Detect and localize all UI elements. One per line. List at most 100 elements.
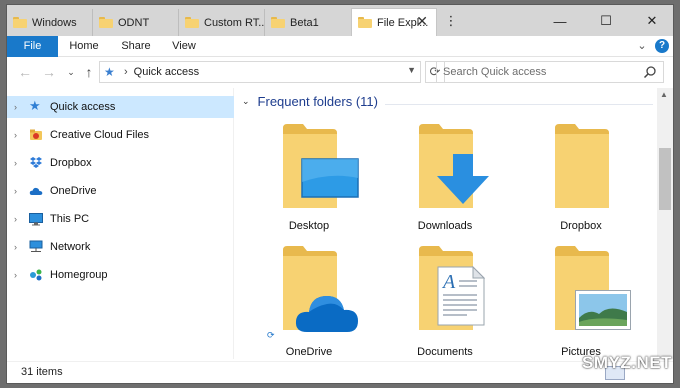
address-dropdown-icon[interactable]: ▼ <box>407 65 416 75</box>
forward-arrow-icon[interactable]: → <box>39 61 59 83</box>
ribbon-expand-icon[interactable]: ⌄ <box>635 36 649 57</box>
nav-item-label: Quick access <box>50 101 116 113</box>
folder-icon <box>271 17 285 28</box>
expand-chevron-icon[interactable]: › <box>14 102 24 112</box>
folder-icon <box>555 124 609 208</box>
nav-item-label: This PC <box>50 213 90 225</box>
ribbon-tab-view[interactable]: View <box>167 36 201 57</box>
folder-icon <box>13 17 27 28</box>
nav-item-quick-access[interactable]: › ★ Quick access <box>7 96 234 118</box>
frequent-folders-header[interactable]: ⌄ Frequent folders (11) <box>242 94 378 109</box>
svg-text:A: A <box>441 271 456 293</box>
nav-item-this-pc[interactable]: › This PC <box>7 208 234 230</box>
title-bar: Windows ODNT Custom RT... Beta1 File Exp… <box>7 5 673 36</box>
scrollbar-thumb[interactable] <box>659 148 671 210</box>
ribbon-tab-share[interactable]: Share <box>115 36 157 57</box>
tab-title: Beta1 <box>290 16 319 29</box>
download-arrow-icon <box>437 154 489 204</box>
folder-icon <box>99 17 113 28</box>
ribbon-tab-file[interactable]: File <box>7 36 58 57</box>
folder-tile-onedrive[interactable]: ⟳ OneDrive <box>247 238 371 358</box>
folder-tile-desktop[interactable]: Desktop <box>247 116 371 236</box>
quick-access-star-icon: ★ <box>104 65 115 79</box>
nav-item-onedrive[interactable]: › OneDrive <box>7 180 234 202</box>
nav-item-label: Homegroup <box>50 269 108 281</box>
tab-menu-icon[interactable]: ⋮ <box>439 9 463 33</box>
vertical-scrollbar[interactable]: ▲ <box>657 88 673 359</box>
tab-title: Windows <box>32 16 77 29</box>
watermark: SMYZ.NET <box>582 353 672 372</box>
network-icon <box>29 240 43 254</box>
expand-chevron-icon[interactable]: › <box>14 186 24 196</box>
expand-chevron-icon[interactable]: › <box>14 158 24 168</box>
tab-odnt[interactable]: ODNT <box>93 9 179 36</box>
group-title: Frequent folders (11) <box>257 94 378 109</box>
nav-item-network[interactable]: › Network <box>7 236 234 258</box>
collapse-chevron-icon[interactable]: ⌄ <box>242 96 250 107</box>
folder-tile-documents[interactable]: A Documents <box>383 238 507 358</box>
nav-item-creative-cloud[interactable]: › Creative Cloud Files <box>7 124 234 146</box>
expand-chevron-icon[interactable]: › <box>14 130 24 140</box>
navigation-pane: › ★ Quick access › Creative Cloud Files … <box>7 88 234 359</box>
status-bar: 31 items <box>7 361 673 383</box>
address-bar[interactable]: ★ › Quick access ▼ <box>99 61 421 83</box>
folder-tile-downloads[interactable]: Downloads <box>383 116 507 236</box>
folder-icon <box>358 17 372 28</box>
folder-label: Downloads <box>417 220 473 232</box>
tab-close-icon[interactable]: ✕ <box>416 13 428 30</box>
star-icon: ★ <box>29 98 41 113</box>
minimize-button[interactable]: — <box>537 9 583 33</box>
search-icon[interactable] <box>643 65 657 79</box>
tab-windows[interactable]: Windows <box>7 9 93 36</box>
onedrive-cloud-icon <box>295 296 358 332</box>
expand-chevron-icon[interactable]: › <box>14 242 24 252</box>
scroll-up-icon[interactable]: ▲ <box>660 90 668 99</box>
creative-cloud-icon <box>29 128 43 142</box>
computer-icon <box>29 212 43 226</box>
folder-tile-pictures[interactable]: Pictures <box>519 238 643 358</box>
ribbon-tabs: File Home Share View ⌄ ? <box>7 36 673 57</box>
file-explorer-window: Windows ODNT Custom RT... Beta1 File Exp… <box>6 4 674 384</box>
sync-status-icon: ⟳ <box>267 330 275 340</box>
folder-icon <box>185 17 199 28</box>
nav-item-label: Network <box>50 241 91 253</box>
picture-icon <box>575 290 631 330</box>
expand-chevron-icon[interactable]: › <box>14 214 24 224</box>
item-count: 31 items <box>21 366 63 378</box>
nav-item-dropbox[interactable]: › Dropbox <box>7 152 234 174</box>
navigation-bar: ← → ⌄ ↑ ★ › Quick access ▼ ⟳ <box>7 57 673 86</box>
close-button[interactable]: ✕ <box>629 9 673 33</box>
tab-beta1[interactable]: Beta1 <box>265 9 351 36</box>
maximize-button[interactable]: ☐ <box>583 9 629 33</box>
tab-title: ODNT <box>118 16 150 29</box>
search-box[interactable] <box>436 61 664 83</box>
search-input[interactable] <box>443 66 639 78</box>
group-divider <box>385 104 653 105</box>
nav-item-homegroup[interactable]: › Homegroup <box>7 264 234 286</box>
folder-tile-dropbox[interactable]: Dropbox <box>519 116 643 236</box>
expand-chevron-icon[interactable]: › <box>14 270 24 280</box>
folder-label: Desktop <box>288 220 330 232</box>
tab-title: Custom RT... <box>204 16 265 29</box>
folder-label: Documents <box>417 346 473 358</box>
document-icon: A <box>437 266 485 326</box>
nav-item-label: OneDrive <box>50 185 97 197</box>
up-arrow-icon[interactable]: ↑ <box>79 61 99 83</box>
onedrive-icon <box>29 184 43 198</box>
dropbox-icon <box>29 156 43 170</box>
help-icon[interactable]: ? <box>655 39 669 53</box>
homegroup-icon <box>29 268 43 282</box>
breadcrumb-separator: › <box>124 66 128 78</box>
ribbon-tab-home[interactable]: Home <box>63 36 105 57</box>
tab-custom-rt[interactable]: Custom RT... <box>179 9 265 36</box>
folder-label: Dropbox <box>560 220 602 232</box>
folder-label: OneDrive <box>285 346 333 358</box>
nav-item-label: Dropbox <box>50 157 92 169</box>
recent-locations-icon[interactable]: ⌄ <box>61 61 81 83</box>
back-arrow-icon[interactable]: ← <box>15 61 35 83</box>
desktop-icon <box>301 158 359 198</box>
tab-file-explorer[interactable]: File Expl... ✕ <box>351 8 437 36</box>
content-pane: ⌄ Frequent folders (11) Desktop Download… <box>235 88 657 359</box>
breadcrumb-quick-access[interactable]: Quick access <box>134 66 199 78</box>
nav-item-label: Creative Cloud Files <box>50 129 150 141</box>
